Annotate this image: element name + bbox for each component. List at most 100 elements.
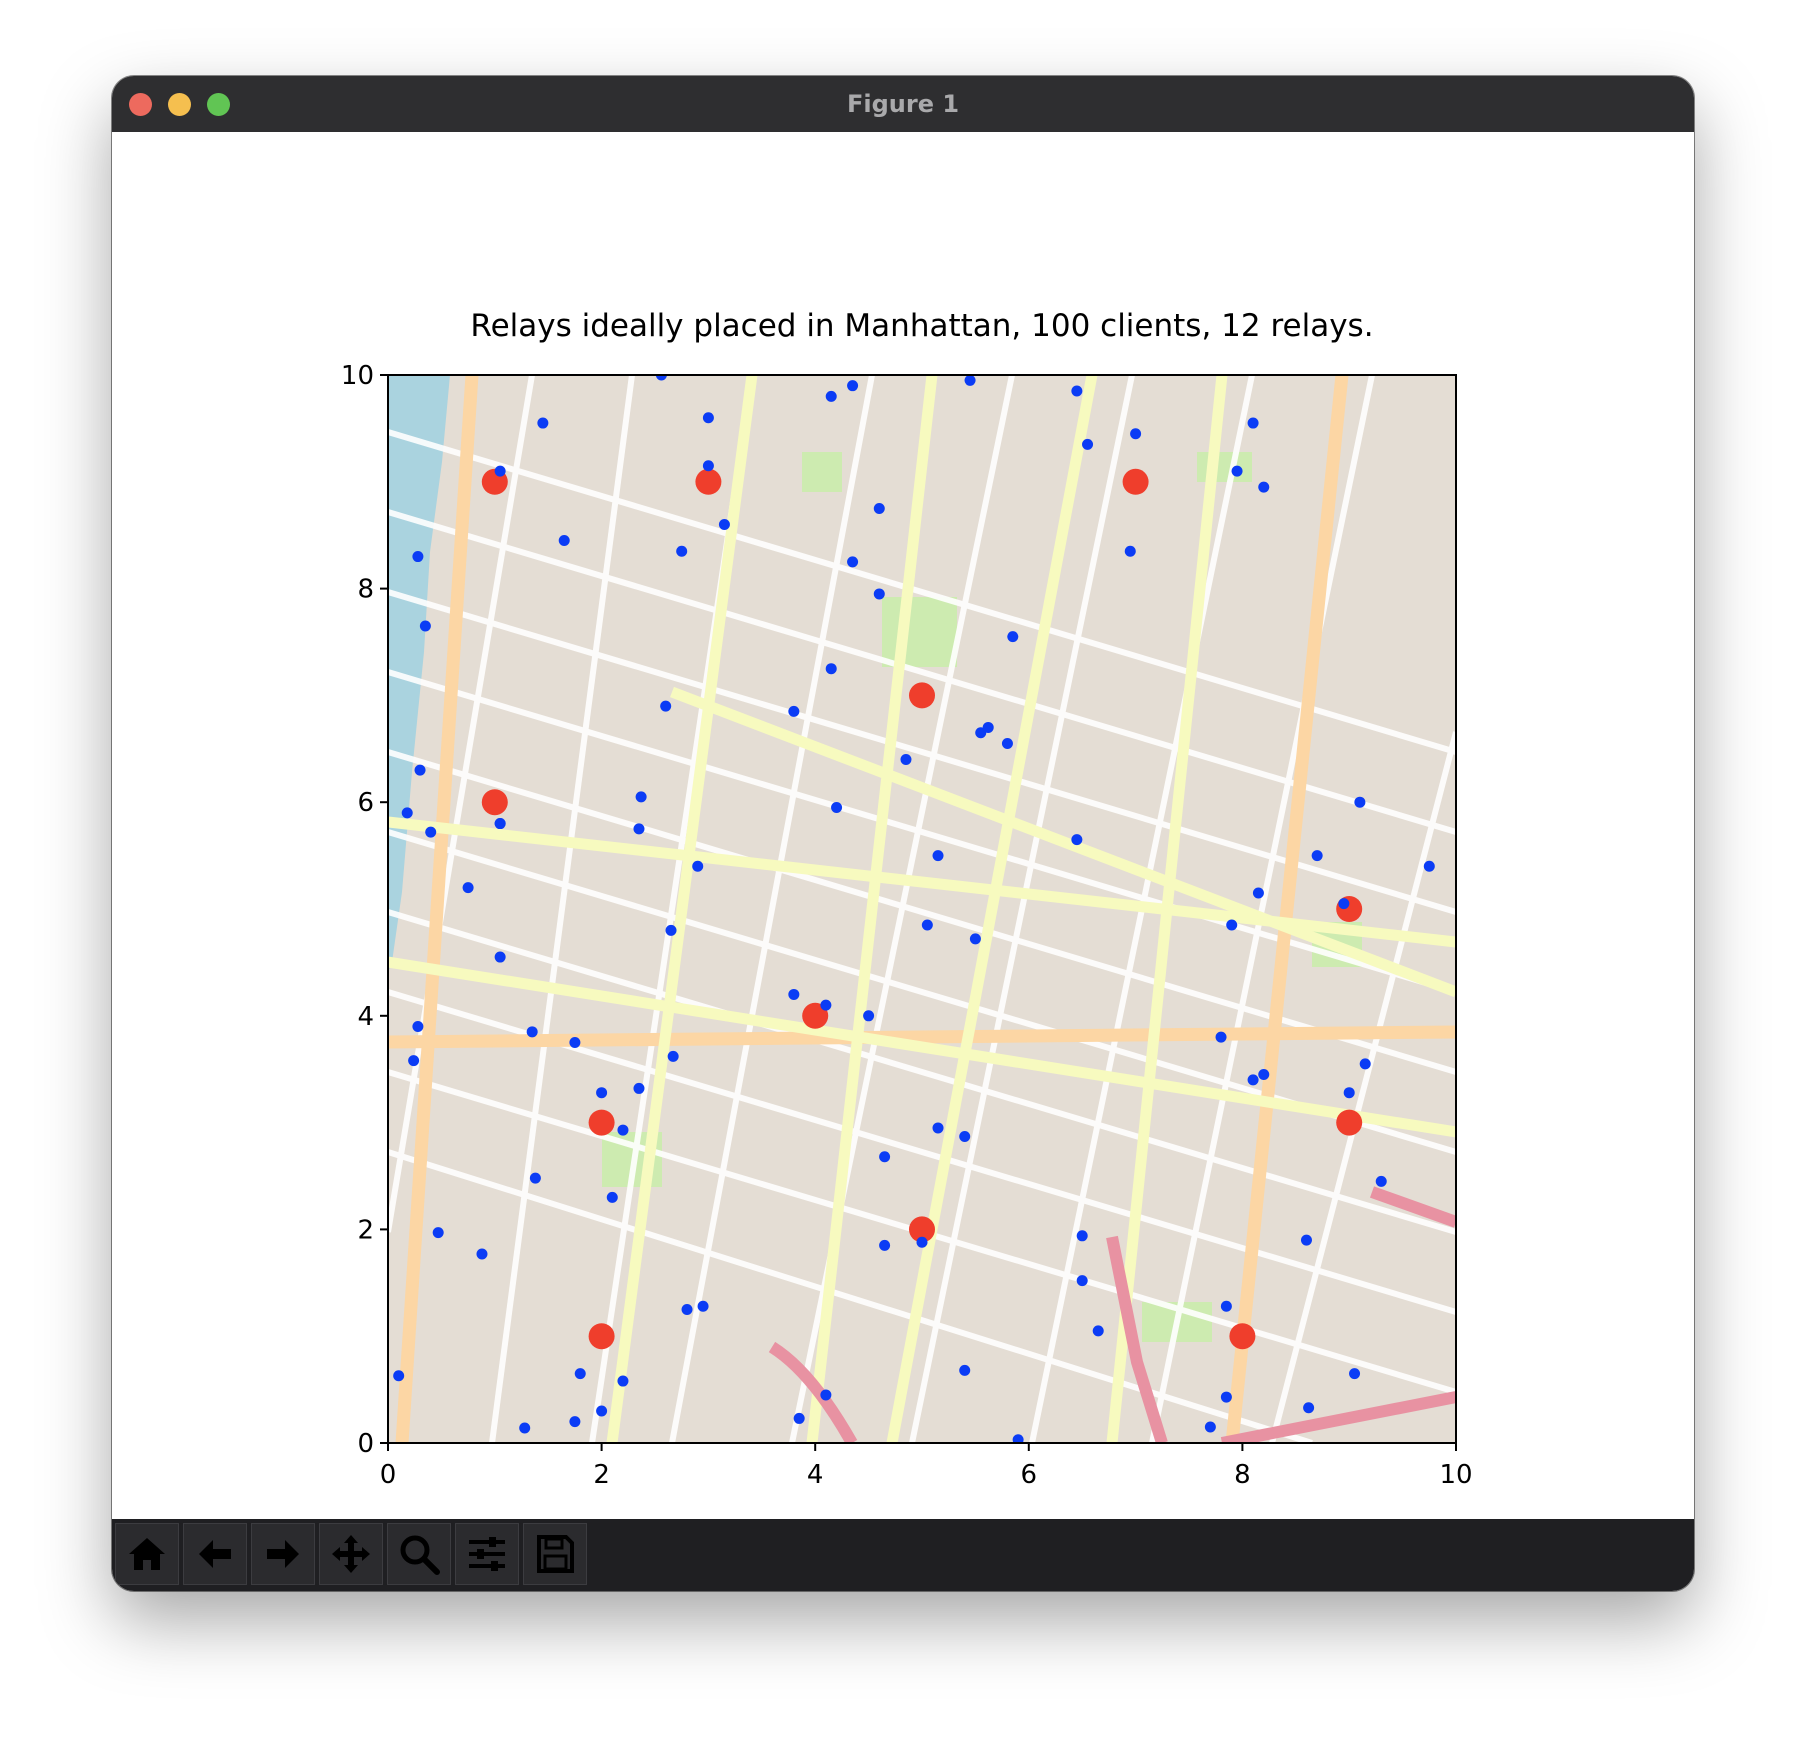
client-point xyxy=(408,1055,420,1067)
client-point xyxy=(1124,545,1136,557)
client-point xyxy=(393,1370,405,1382)
client-point xyxy=(900,753,912,765)
client-point xyxy=(1071,385,1083,397)
client-point xyxy=(847,556,859,568)
client-point xyxy=(1303,1402,1315,1414)
client-point xyxy=(412,1020,424,1032)
client-point xyxy=(526,1026,538,1038)
relay-point xyxy=(1336,1109,1363,1136)
scatter-chart: Relays ideally placed in Manhattan, 100 … xyxy=(341,308,1473,1490)
move-icon xyxy=(332,1535,370,1573)
client-point xyxy=(681,1304,693,1315)
client-point xyxy=(1007,631,1019,643)
client-point xyxy=(462,882,474,894)
client-point xyxy=(1247,417,1259,429)
figure-window: Figure 1 Relays ideally placed in Manhat… xyxy=(112,76,1694,1591)
forward-button[interactable] xyxy=(251,1523,315,1585)
client-point xyxy=(676,545,688,557)
client-point xyxy=(825,390,837,402)
client-point xyxy=(633,1082,645,1094)
client-point xyxy=(519,1422,531,1434)
client-point xyxy=(596,1087,608,1099)
client-point xyxy=(959,1364,971,1376)
client-point xyxy=(1349,1368,1361,1380)
relay-point xyxy=(588,1323,615,1350)
relay-point xyxy=(588,1109,615,1136)
zoom-button[interactable] xyxy=(387,1523,451,1585)
client-point xyxy=(412,551,424,563)
client-point xyxy=(879,1239,891,1251)
x-axis: 0 2 4 6 8 10 xyxy=(380,1443,1473,1490)
relay-point xyxy=(1122,468,1149,495)
home-button[interactable] xyxy=(115,1523,179,1585)
client-point xyxy=(529,1172,541,1184)
relay-point xyxy=(909,682,935,709)
map-background xyxy=(388,375,1456,1443)
home-icon xyxy=(129,1538,165,1570)
client-point xyxy=(793,1412,805,1424)
client-point xyxy=(1231,465,1243,477)
client-point xyxy=(617,1124,629,1136)
window-title: Figure 1 xyxy=(846,90,960,118)
client-point xyxy=(879,1151,891,1163)
configure-subplots-button[interactable] xyxy=(455,1523,519,1585)
client-point xyxy=(964,375,976,386)
save-button[interactable] xyxy=(523,1523,587,1585)
y-tick-label: 8 xyxy=(357,575,374,605)
client-point xyxy=(873,588,885,600)
client-point xyxy=(932,850,944,862)
client-point xyxy=(606,1191,618,1203)
y-tick-label: 0 xyxy=(357,1429,374,1459)
client-point xyxy=(1071,834,1083,846)
figure-canvas[interactable]: Relays ideally placed in Manhattan, 100 … xyxy=(112,132,1694,1519)
arrow-left-icon xyxy=(199,1540,231,1568)
client-point xyxy=(419,620,431,632)
client-point xyxy=(1082,438,1094,450)
client-point xyxy=(873,503,885,514)
client-point xyxy=(916,1236,928,1248)
client-point xyxy=(788,988,800,1000)
client-point xyxy=(1343,1087,1355,1099)
client-point xyxy=(401,807,413,819)
y-tick-label: 6 xyxy=(357,788,374,818)
x-tick-label: 4 xyxy=(807,1460,824,1490)
client-point xyxy=(1423,860,1435,872)
client-point xyxy=(569,1416,581,1428)
client-point xyxy=(788,705,800,717)
y-axis: 0 2 4 6 8 10 xyxy=(341,361,388,1459)
client-point xyxy=(847,380,859,392)
client-point xyxy=(820,999,832,1011)
client-point xyxy=(660,700,672,712)
client-point xyxy=(718,519,730,531)
client-point xyxy=(1076,1275,1088,1287)
client-point xyxy=(825,663,837,675)
client-point xyxy=(697,1300,709,1312)
client-point xyxy=(969,933,981,945)
magnifier-icon xyxy=(400,1535,440,1575)
client-point xyxy=(494,951,506,963)
navigation-toolbar xyxy=(112,1519,1694,1591)
client-point xyxy=(1220,1391,1232,1403)
client-point xyxy=(1220,1300,1232,1312)
client-point xyxy=(633,823,645,835)
client-point xyxy=(1204,1421,1216,1433)
client-point xyxy=(1338,898,1350,910)
client-point xyxy=(1258,481,1270,493)
client-point xyxy=(569,1037,581,1048)
pan-button[interactable] xyxy=(319,1523,383,1585)
back-button[interactable] xyxy=(183,1523,247,1585)
client-point xyxy=(1252,887,1264,899)
client-point xyxy=(1359,1058,1371,1070)
client-point xyxy=(1226,919,1238,931)
client-point xyxy=(494,818,506,830)
client-point xyxy=(1375,1175,1387,1187)
client-point xyxy=(702,460,714,472)
client-point xyxy=(1354,796,1366,808)
client-point xyxy=(414,764,426,776)
title-bar: Figure 1 xyxy=(112,76,1694,133)
client-point xyxy=(959,1130,971,1142)
client-point xyxy=(982,721,994,733)
client-point xyxy=(1076,1230,1088,1242)
client-point xyxy=(702,412,714,424)
client-point xyxy=(476,1248,488,1260)
